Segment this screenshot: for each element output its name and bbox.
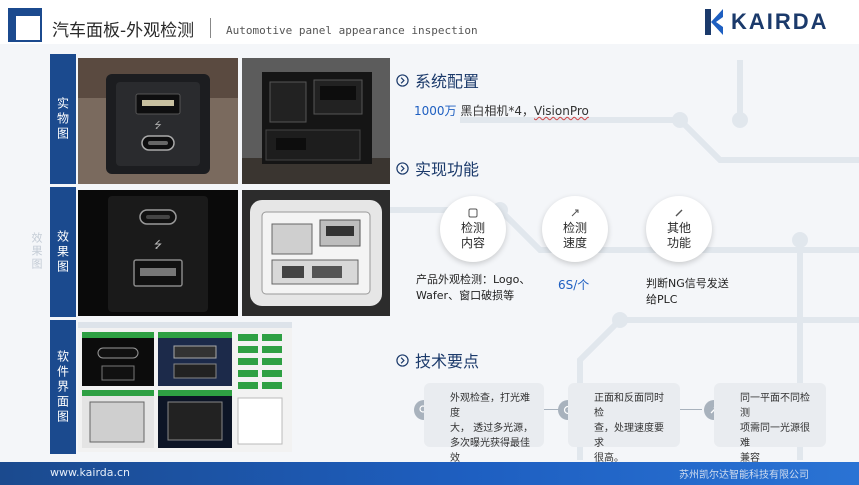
side-tab-software-label: 软件界面图	[55, 349, 70, 425]
footer: www.kairda.cn 苏州凯尔达智能科技有限公司	[0, 462, 859, 485]
side-tab-real: 实物图	[50, 54, 76, 184]
function-circle-speed-line2: 速度	[562, 235, 587, 250]
product-back-photo	[242, 58, 390, 184]
config-software: VisionPro	[534, 104, 589, 118]
points-section-header: 技术要点	[396, 348, 479, 372]
point-1-line1: 外观检查，打光难度	[450, 393, 530, 419]
function-circle-other: 其他 功能	[646, 196, 712, 262]
point-card-3: 同一平面不同检测 项需同一光源很难 兼容	[714, 383, 826, 464]
side-tab-software: 软件界面图	[50, 320, 76, 454]
function-content-text: 产品外观检测：Logo、 Wafer、窗口破损等	[416, 272, 530, 304]
arrow-circle-icon	[396, 353, 409, 367]
config-camera: 黑白相机*4，	[460, 104, 535, 118]
arrow-circle-icon	[396, 161, 409, 175]
effect-front-image: ⭍	[78, 190, 238, 316]
point-3-line2: 项需同一光源很难	[740, 423, 810, 449]
function-circle-speed: 检测 速度	[542, 196, 608, 262]
point-card-2: 正面和反面同时检 查，处理速度要求 很高。	[568, 383, 680, 464]
function-circle-other-line1: 其他	[666, 220, 691, 235]
config-section-header: 系统配置	[396, 68, 479, 92]
config-resolution: 1000万	[414, 104, 457, 118]
svg-text:⭍: ⭍	[154, 239, 162, 251]
function-other-line1: 判断NG信号发送	[646, 277, 729, 290]
config-title: 系统配置	[415, 72, 480, 91]
function-content-line2: Wafer、窗口破损等	[416, 288, 515, 302]
title-divider	[210, 18, 211, 38]
function-circle-content-line2: 内容	[460, 235, 485, 250]
arrow-circle-icon	[396, 73, 409, 87]
page-subtitle: Automotive panel appearance inspection	[226, 24, 478, 37]
function-other-line2: 给PLC	[646, 292, 678, 306]
brand-name: KAIRDA	[731, 9, 829, 34]
point-1-line2: 大， 透过多光源，	[450, 423, 534, 434]
svg-text:⭍: ⭍	[154, 120, 162, 131]
function-circle-other-line2: 功能	[666, 235, 691, 250]
page-title: 汽车面板-外观检测	[52, 21, 195, 41]
faint-watermark-label: 效果图	[30, 232, 43, 271]
card-connector	[680, 409, 702, 410]
effect-back-image	[242, 190, 390, 316]
rocket-icon	[571, 209, 579, 216]
software-ui-screenshot	[78, 322, 292, 452]
point-2-line2: 查，处理速度要求	[594, 423, 664, 449]
pen-icon	[675, 209, 683, 216]
header-square-outline	[14, 14, 42, 42]
side-tab-real-label: 实物图	[55, 96, 70, 142]
product-front-photo: ⭍	[78, 58, 238, 184]
function-content-line1: 产品外观检测：Logo、	[416, 273, 531, 286]
function-circle-speed-line1: 检测	[562, 220, 587, 235]
point-card-1: 外观检查，打光难度 大， 透过多光源， 多次曝光获得最佳效 果	[424, 383, 544, 479]
kairda-logo-icon	[705, 9, 723, 35]
header: 汽车面板-外观检测 Automotive panel appearance in…	[0, 0, 859, 44]
point-3-line1: 同一平面不同检测	[740, 393, 810, 419]
functions-title: 实现功能	[415, 160, 480, 179]
function-circle-content: 检测 内容	[440, 196, 506, 262]
points-title: 技术要点	[415, 352, 480, 371]
point-2-line1: 正面和反面同时检	[594, 393, 664, 419]
function-other-text: 判断NG信号发送 给PLC	[646, 276, 729, 308]
square-icon	[468, 208, 478, 217]
function-circle-content-line1: 检测	[460, 220, 485, 235]
functions-section-header: 实现功能	[396, 156, 479, 180]
function-speed-value: 6S/个	[558, 278, 590, 292]
side-tab-effect-label: 效果图	[55, 229, 70, 275]
config-detail: 1000万 黑白相机*4，VisionPro	[414, 102, 589, 119]
side-tab-effect: 效果图	[50, 187, 76, 317]
footer-url[interactable]: www.kairda.cn	[50, 466, 130, 479]
brand-logo: KAIRDA	[705, 8, 829, 36]
footer-company: 苏州凯尔达智能科技有限公司	[679, 470, 809, 481]
